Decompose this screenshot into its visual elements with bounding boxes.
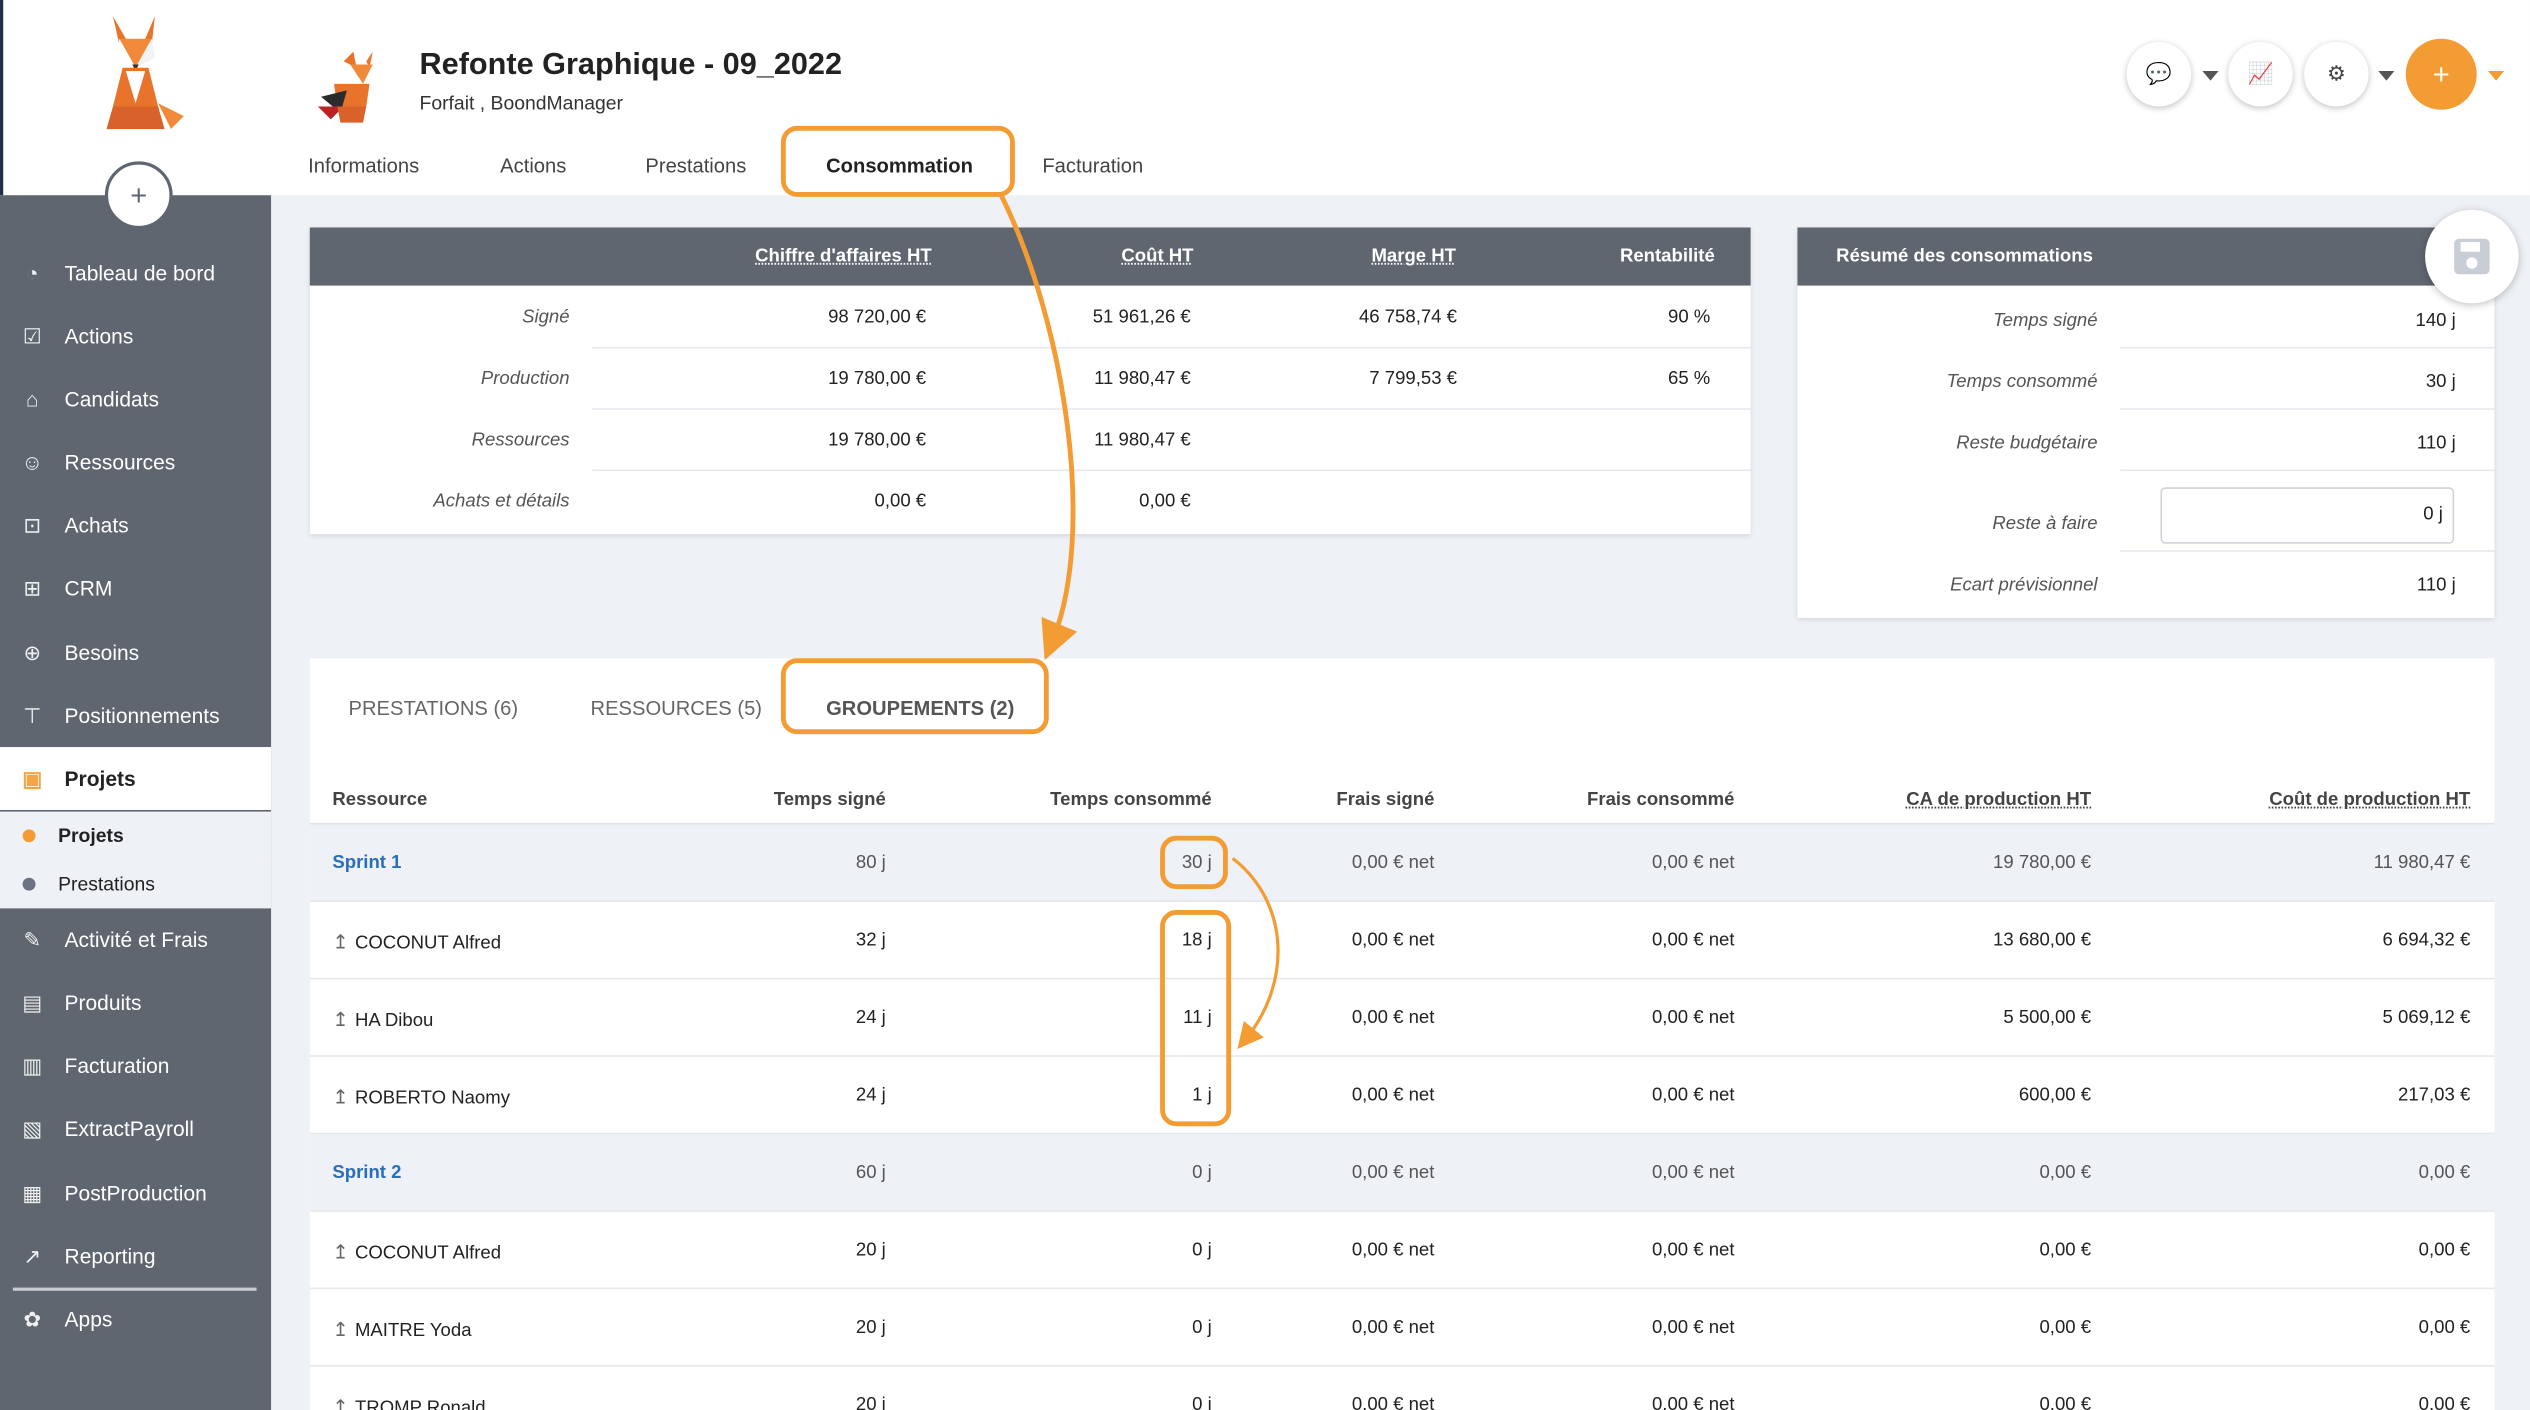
annotation-arrows (998, 192, 1280, 1050)
arrow-total-to-details (1231, 857, 1280, 1050)
arrow-consommation-to-groupements (998, 192, 1078, 661)
